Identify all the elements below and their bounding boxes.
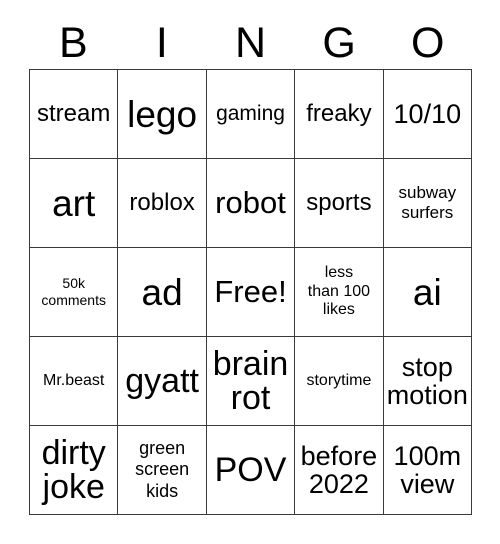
bingo-cell[interactable]: lego xyxy=(118,70,207,159)
bingo-row: art roblox robot sports subway surfers xyxy=(30,159,473,248)
bingo-cell-label: ad xyxy=(141,271,183,313)
bingo-cell-label: green screen kids xyxy=(135,438,190,501)
bingo-cell[interactable]: dirty joke xyxy=(30,426,119,515)
bingo-cell-label: 50k comments xyxy=(41,275,106,308)
bingo-card: B I N G O stream lego gaming freaky 10/1… xyxy=(0,0,500,544)
bingo-cell[interactable]: gaming xyxy=(206,70,296,159)
bingo-cell-label: gaming xyxy=(216,102,285,126)
bingo-cell-label: Mr.beast xyxy=(43,371,105,389)
bingo-cell[interactable]: 50k comments xyxy=(30,248,119,337)
bingo-cell-label: lego xyxy=(127,93,198,135)
bingo-cell-label: freaky xyxy=(306,100,372,128)
bingo-cell[interactable]: robot xyxy=(206,159,296,248)
header-letter-b: B xyxy=(58,18,88,67)
bingo-cell-label: before 2022 xyxy=(300,440,378,499)
header-letter-n: N xyxy=(234,18,267,67)
header-letter-o: O xyxy=(410,18,445,67)
bingo-cell-label: roblox xyxy=(129,189,195,217)
bingo-cell-label: 10/10 xyxy=(393,98,462,129)
bingo-cell[interactable]: stream xyxy=(30,70,119,159)
bingo-cell[interactable]: less than 100 likes xyxy=(295,248,384,337)
bingo-cell-label: ai xyxy=(412,271,442,313)
bingo-cell[interactable]: brain rot xyxy=(206,337,296,426)
bingo-cell-label: dirty joke xyxy=(41,434,106,506)
bingo-cell[interactable]: ai xyxy=(383,248,473,337)
bingo-row: stream lego gaming freaky 10/10 xyxy=(30,70,473,159)
bingo-cell[interactable]: before 2022 xyxy=(295,426,384,515)
bingo-cell[interactable]: freaky xyxy=(295,70,384,159)
bingo-cell[interactable]: stop motion xyxy=(383,337,473,426)
bingo-cell-label: stop motion xyxy=(386,351,468,410)
header-letter-i: I xyxy=(155,18,168,67)
bingo-cell-label: stream xyxy=(37,100,111,128)
bingo-cell[interactable]: 10/10 xyxy=(383,70,473,159)
bingo-header: B I N G O xyxy=(29,18,472,68)
bingo-cell-label: POV xyxy=(214,451,287,489)
bingo-row: Mr.beast gyatt brain rot storytime stop … xyxy=(30,337,473,426)
bingo-cell-label: brain rot xyxy=(212,345,289,417)
bingo-cell-label: subway surfers xyxy=(398,183,457,222)
bingo-row: 50k comments ad Free! less than 100 like… xyxy=(30,248,473,337)
bingo-cell-label: gyatt xyxy=(125,362,199,400)
bingo-cell[interactable]: art xyxy=(30,159,119,248)
bingo-cell[interactable]: roblox xyxy=(118,159,207,248)
bingo-cell-label: 100m view xyxy=(393,440,462,499)
bingo-cell[interactable]: sports xyxy=(295,159,384,248)
bingo-cell-label: robot xyxy=(215,185,286,221)
bingo-cell-label: Free! xyxy=(214,274,287,310)
bingo-cell[interactable]: subway surfers xyxy=(383,159,473,248)
bingo-cell-label: art xyxy=(52,182,96,224)
bingo-cell[interactable]: 100m view xyxy=(383,426,473,515)
bingo-cell[interactable]: green screen kids xyxy=(118,426,207,515)
bingo-cell-free[interactable]: Free! xyxy=(206,248,296,337)
bingo-cell-label: storytime xyxy=(306,371,372,389)
bingo-cell[interactable]: gyatt xyxy=(118,337,207,426)
bingo-cell-label: sports xyxy=(306,189,372,217)
bingo-cell[interactable]: Mr.beast xyxy=(30,337,119,426)
bingo-grid: stream lego gaming freaky 10/10 art robl… xyxy=(29,69,473,515)
header-letter-g: G xyxy=(322,18,356,67)
bingo-cell[interactable]: storytime xyxy=(295,337,384,426)
bingo-cell[interactable]: POV xyxy=(206,426,296,515)
bingo-cell[interactable]: ad xyxy=(118,248,207,337)
bingo-row: dirty joke green screen kids POV before … xyxy=(30,426,473,515)
bingo-cell-label: less than 100 likes xyxy=(307,264,371,319)
